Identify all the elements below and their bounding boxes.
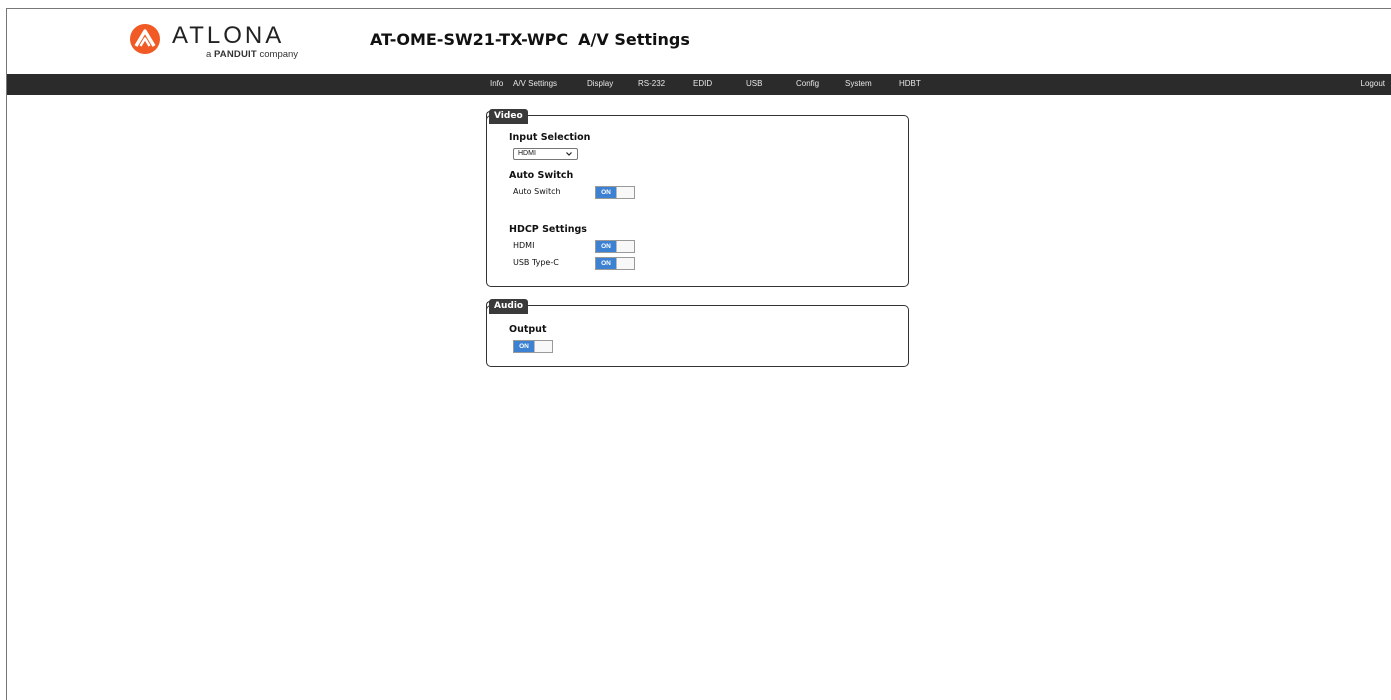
nav-item-av-settings[interactable]: A/V Settings — [513, 79, 557, 88]
device-model: AT-OME-SW21-TX-WPC — [370, 30, 569, 49]
audio-output-toggle-state: ON — [514, 341, 534, 352]
toggle-knob — [616, 258, 634, 269]
atlona-logo-icon — [130, 24, 160, 54]
hdcp-usbc-label: USB Type-C — [513, 258, 559, 267]
page-title: AT-OME-SW21-TX-WPC A/V Settings — [370, 30, 690, 49]
toggle-knob — [616, 241, 634, 252]
video-panel: Video Input Selection HDMI Auto Switch A… — [486, 109, 909, 287]
auto-switch-toggle-state: ON — [596, 187, 616, 198]
hdcp-hdmi-label: HDMI — [513, 241, 535, 250]
atlona-logo: ATLONA a PANDUIT company — [128, 22, 318, 62]
input-selection-dropdown[interactable]: HDMI — [513, 148, 578, 160]
auto-switch-heading: Auto Switch — [509, 170, 574, 181]
audio-output-toggle[interactable]: ON — [513, 340, 553, 353]
tagline-suffix: company — [259, 49, 299, 60]
nav-item-hdbt[interactable]: HDBT — [899, 79, 921, 88]
logo-tagline: a PANDUIT company — [206, 49, 298, 60]
hdcp-settings-heading: HDCP Settings — [509, 224, 587, 235]
hdcp-usbc-toggle-state: ON — [596, 258, 616, 269]
nav-item-edid[interactable]: EDID — [693, 79, 712, 88]
output-heading: Output — [509, 324, 547, 335]
audio-panel: Audio Output ON — [485, 299, 909, 367]
tagline-brand: PANDUIT — [213, 49, 257, 60]
logout-link[interactable]: Logout — [1361, 79, 1385, 88]
input-selection-value: HDMI — [518, 150, 536, 157]
video-legend: Video — [486, 109, 528, 124]
nav-item-usb[interactable]: USB — [746, 79, 762, 88]
hdcp-usbc-toggle[interactable]: ON — [595, 257, 635, 270]
hdcp-hdmi-toggle-state: ON — [596, 241, 616, 252]
logo-wordmark: ATLONA — [172, 22, 285, 49]
nav-item-rs232[interactable]: RS-232 — [638, 79, 665, 88]
audio-legend: Audio — [485, 299, 529, 314]
auto-switch-toggle[interactable]: ON — [595, 186, 635, 199]
nav-item-system[interactable]: System — [845, 79, 872, 88]
nav-bar: Info A/V Settings Display RS-232 EDID US… — [7, 74, 1391, 95]
input-selection-heading: Input Selection — [509, 132, 591, 143]
nav-item-display[interactable]: Display — [587, 79, 613, 88]
hdcp-hdmi-toggle[interactable]: ON — [595, 240, 635, 253]
tagline-prefix: a — [206, 49, 212, 60]
toggle-knob — [534, 341, 552, 352]
page-name: A/V Settings — [578, 30, 690, 49]
toggle-knob — [616, 187, 634, 198]
chevron-down-icon — [566, 152, 572, 156]
nav-item-config[interactable]: Config — [796, 79, 819, 88]
auto-switch-label: Auto Switch — [513, 187, 561, 196]
nav-item-info[interactable]: Info — [490, 79, 503, 88]
